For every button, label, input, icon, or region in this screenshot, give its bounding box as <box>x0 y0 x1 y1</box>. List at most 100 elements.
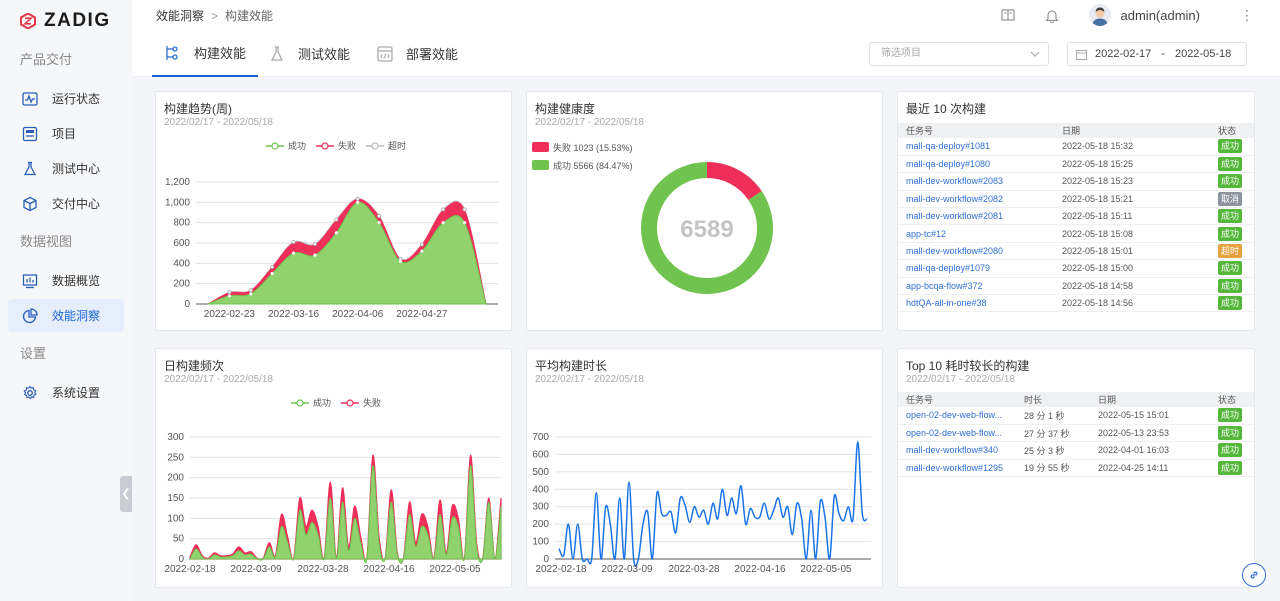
task-link[interactable]: mall-dev-workflow#1295 <box>898 459 1016 478</box>
status-badge: 成功 <box>1218 261 1243 276</box>
card-title: 日构建频次 <box>164 359 225 373</box>
data-point <box>291 239 296 244</box>
task-link[interactable]: mall-qa-deploy#1079 <box>898 259 1054 278</box>
legend-item-success[interactable]: 成功 <box>266 139 306 152</box>
pie-legend: 失败 1023 (15.53%) 成功 5566 (84.47%) <box>532 140 633 172</box>
task-link[interactable]: mall-dev-workflow#2081 <box>898 207 1054 226</box>
status-cell: 成功 <box>1210 294 1254 313</box>
project-filter-placeholder: 筛选项目 <box>881 48 921 59</box>
x-tick-label: 2022-04-06 <box>332 309 384 320</box>
sidebar: ZADIG 产品交付 运行状态 项目 测试中心 交付中心 数据视图 数据概览 效… <box>0 0 132 601</box>
status-badge: 成功 <box>1218 174 1243 189</box>
user-name[interactable]: admin(admin) <box>1121 8 1200 23</box>
sidebar-item-system-settings[interactable]: 系统设置 <box>8 376 124 409</box>
build-date: 2022-05-18 15:23 <box>1054 172 1210 191</box>
legend-item-failure[interactable]: 失败 <box>341 396 381 409</box>
legend-item-timeout[interactable]: 超时 <box>366 139 406 152</box>
avatar[interactable] <box>1088 4 1111 26</box>
data-point <box>356 200 360 204</box>
data-point <box>270 264 275 269</box>
project-filter-select[interactable]: 筛选项目 <box>869 42 1049 66</box>
bar-chart-icon <box>22 273 38 289</box>
sidebar-item-delivery-center[interactable]: 交付中心 <box>8 187 124 220</box>
data-point <box>334 217 339 222</box>
build-duration: 25 分 3 秒 <box>1016 441 1090 460</box>
section-title-settings: 设置 <box>20 346 47 361</box>
legend-item-failure[interactable]: 失败 <box>316 139 356 152</box>
header-actions: admin(admin) ⋮ <box>1000 0 1280 30</box>
data-point <box>377 221 381 225</box>
y-tick-label: 800 <box>173 218 190 229</box>
task-link[interactable]: mall-qa-deploy#1080 <box>898 155 1054 174</box>
build-date: 2022-05-18 15:00 <box>1054 259 1210 278</box>
chevron-left-icon: ❮ <box>121 488 131 500</box>
card-daily-builds: 日构建频次 2022/02/17 - 2022/05/18 成功 失败 0 50 1… <box>155 348 512 588</box>
sidebar-item-label: 数据概览 <box>52 274 101 288</box>
task-link[interactable]: mall-dev-workflow#340 <box>898 441 1016 460</box>
legend-item-failure[interactable]: 失败 1023 (15.53%) <box>532 140 633 154</box>
task-link[interactable]: mall-dev-workflow#2082 <box>898 190 1054 209</box>
zadig-logo-icon <box>20 13 36 29</box>
deploy-icon <box>377 45 393 62</box>
sidebar-collapse-button[interactable]: ❮ <box>120 476 132 512</box>
sidebar-item-insight[interactable]: 效能洞察 <box>8 299 124 332</box>
task-link[interactable]: open-02-dev-web-flow... <box>898 407 1016 425</box>
table-row: mall-qa-deploy#1079 2022-05-18 15:00 成功 <box>898 259 1254 278</box>
status-badge: 成功 <box>1218 408 1243 423</box>
card-subtitle: 2022/02/17 - 2022/05/18 <box>535 117 644 128</box>
tab-build-efficiency[interactable]: 构建效能 <box>152 30 259 77</box>
task-link[interactable]: open-02-dev-web-flow... <box>898 424 1016 443</box>
sidebar-item-status[interactable]: 运行状态 <box>8 82 124 115</box>
x-tick-label: 2022-02-18 <box>164 564 216 575</box>
share-link-button[interactable] <box>1242 563 1266 587</box>
build-date: 2022-05-18 14:56 <box>1054 294 1210 313</box>
y-tick-label: 500 <box>532 467 549 478</box>
build-duration: 28 分 1 秒 <box>1016 407 1090 425</box>
card-title: Top 10 耗时较长的构建 <box>906 359 1030 373</box>
sidebar-item-data-overview[interactable]: 数据概览 <box>8 264 124 297</box>
date-end[interactable]: 2022-05-18 <box>1175 48 1231 60</box>
y-tick-label: 0 <box>184 299 190 310</box>
pie-chart-icon <box>22 307 38 324</box>
task-link[interactable]: mall-qa-deploy#1081 <box>898 138 1054 156</box>
legend-swatch <box>532 142 549 152</box>
logo[interactable]: ZADIG <box>0 0 132 42</box>
legend-swatch <box>532 160 549 170</box>
legend-item-success[interactable]: 成功 <box>291 396 331 409</box>
tab-deploy-efficiency[interactable]: 部署效能 <box>376 30 458 77</box>
tab-test-efficiency[interactable]: 测试效能 <box>268 30 350 77</box>
task-link[interactable]: mall-dev-workflow#2083 <box>898 172 1054 191</box>
header: 效能洞察 > 构建效能 admin(admin) ⋮ <box>132 0 1280 30</box>
column-header: 时长 <box>1016 392 1090 407</box>
task-link[interactable]: app-tc#12 <box>898 224 1054 243</box>
more-vertical-icon[interactable]: ⋮ <box>1240 8 1254 22</box>
task-link[interactable]: app-bcqa-flow#372 <box>898 277 1054 296</box>
y-tick-label: 200 <box>167 473 184 484</box>
status-cell: 超时 <box>1210 242 1254 261</box>
task-link[interactable]: mall-dev-workflow#2080 <box>898 242 1054 261</box>
table-row: app-bcqa-flow#372 2022-05-18 14:58 成功 <box>898 277 1254 296</box>
y-tick-label: 100 <box>167 513 184 524</box>
status-badge: 成功 <box>1218 443 1243 458</box>
data-point <box>377 214 382 219</box>
status-cell: 成功 <box>1210 259 1254 278</box>
x-tick-label: 2022-03-09 <box>230 564 282 575</box>
date-start[interactable]: 2022-02-17 <box>1095 48 1151 60</box>
status-cell: 成功 <box>1210 207 1254 226</box>
status-badge: 成功 <box>1218 157 1243 172</box>
card-title: 构建健康度 <box>535 102 596 116</box>
table-row: mall-dev-workflow#340 25 分 3 秒 2022-04-01 … <box>898 441 1254 460</box>
x-tick-label: 2022-02-23 <box>204 309 256 320</box>
docs-icon[interactable] <box>1000 8 1015 22</box>
top10-table: 任务号 时长 日期 状态 open-02-dev-web-flow... 28 分… <box>898 392 1254 478</box>
legend-item-success[interactable]: 成功 5566 (84.47%) <box>532 158 633 172</box>
bell-icon[interactable] <box>1044 8 1059 23</box>
date-range-picker[interactable]: 2022-02-17 - 2022-05-18 <box>1067 42 1247 66</box>
data-point <box>398 259 403 263</box>
data-point <box>227 294 232 298</box>
sidebar-item-test-center[interactable]: 测试中心 <box>8 152 124 185</box>
task-link[interactable]: hdtQA-all-in-one#38 <box>898 294 1054 313</box>
breadcrumb-item[interactable]: 效能洞察 <box>156 9 204 23</box>
card-recent-builds: 最近 10 次构建 任务号 日期 状态 mall-qa-deploy#1081 2… <box>897 91 1255 331</box>
sidebar-item-project[interactable]: 项目 <box>8 117 124 150</box>
